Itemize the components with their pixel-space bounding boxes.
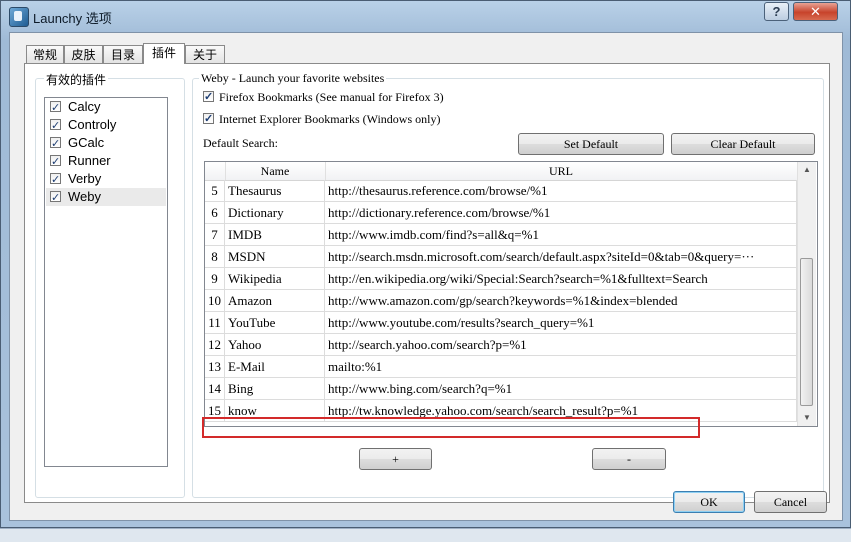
table-row[interactable]: 5 Thesaurus http://thesaurus.reference.com…	[205, 180, 797, 202]
set-default-button[interactable]: Set Default	[518, 133, 664, 155]
table-row[interactable]: 10 Amazon http://www.amazon.com/gp/search?…	[205, 290, 797, 312]
launchy-options-window: Launchy 选项 ? ✕ 常规 皮肤 目录 插件 关于 有效的插件 Calc…	[0, 0, 851, 528]
plugins-tab-panel: 有效的插件 Calcy Controly GCalc	[24, 63, 830, 503]
row-url-cell[interactable]: http://dictionary.reference.com/browse/%…	[325, 202, 797, 223]
row-name-cell[interactable]: Thesaurus	[225, 180, 325, 201]
plugin-item-runner[interactable]: Runner	[46, 152, 166, 171]
plugin-checkbox[interactable]	[50, 189, 61, 207]
plugin-checkbox[interactable]	[50, 117, 61, 135]
row-name-cell[interactable]: E-Mail	[225, 356, 325, 377]
tab-skins[interactable]: 皮肤	[64, 45, 103, 63]
plugin-label: Verby	[68, 171, 102, 186]
remove-row-button[interactable]: -	[592, 448, 666, 470]
help-button[interactable]: ?	[764, 2, 789, 21]
tab-plugins[interactable]: 插件	[143, 43, 185, 64]
table-row[interactable]: 13 E-Mail mailto:%1	[205, 356, 797, 378]
table-header: Name URL	[205, 162, 798, 181]
row-number[interactable]: 12	[205, 334, 225, 355]
row-number[interactable]: 9	[205, 268, 225, 289]
row-name-cell[interactable]: IMDB	[225, 224, 325, 245]
row-number[interactable]: 11	[205, 312, 225, 333]
row-name-cell[interactable]: YouTube	[225, 312, 325, 333]
table-scrollbar[interactable]: ▲ ▼	[797, 162, 816, 426]
plugin-item-calcy[interactable]: Calcy	[46, 98, 166, 117]
plugin-checkbox[interactable]	[50, 99, 61, 117]
dialog-client: 常规 皮肤 目录 插件 关于 有效的插件 Calcy Controly	[9, 32, 843, 521]
table-row[interactable]: 14 Bing http://www.bing.com/search?q=%1	[205, 378, 797, 400]
ok-button[interactable]: OK	[673, 491, 745, 513]
firefox-bookmarks-label: Firefox Bookmarks (See manual for Firefo…	[219, 90, 444, 104]
table-row[interactable]: 11 YouTube http://www.youtube.com/results?…	[205, 312, 797, 334]
row-name-cell[interactable]: Bing	[225, 378, 325, 399]
row-url-cell[interactable]: http://en.wikipedia.org/wiki/Special:Sea…	[325, 268, 797, 289]
plugin-label: GCalc	[68, 135, 105, 150]
table-row[interactable]: 12 Yahoo http://search.yahoo.com/search?p=…	[205, 334, 797, 356]
active-plugins-label: 有效的插件	[44, 71, 109, 88]
row-url-cell[interactable]: http://thesaurus.reference.com/browse/%1	[325, 180, 797, 201]
active-plugins-group: 有效的插件 Calcy Controly GCalc	[35, 71, 185, 498]
default-search-label: Default Search:	[203, 136, 278, 150]
row-url-cell[interactable]: http://www.imdb.com/find?s=all&q=%1	[325, 224, 797, 245]
plugin-label: Weby	[68, 189, 101, 204]
plugin-checkbox[interactable]	[50, 153, 61, 171]
row-number[interactable]: 8	[205, 246, 225, 267]
clear-default-button[interactable]: Clear Default	[671, 133, 815, 155]
weby-settings-group: Weby - Launch your favorite websites Fir…	[192, 71, 824, 498]
cancel-button[interactable]: Cancel	[754, 491, 827, 513]
row-url-cell[interactable]: http://www.youtube.com/results?search_qu…	[325, 312, 797, 333]
plugin-checkbox[interactable]	[50, 171, 61, 189]
row-number[interactable]: 13	[205, 356, 225, 377]
row-number[interactable]: 7	[205, 224, 225, 245]
firefox-bookmarks-checkbox[interactable]	[203, 89, 214, 105]
row-url-cell[interactable]: http://search.yahoo.com/search?p=%1	[325, 334, 797, 355]
column-header-name[interactable]: Name	[225, 162, 326, 180]
plugin-item-controly[interactable]: Controly	[46, 116, 166, 135]
row-number[interactable]: 10	[205, 290, 225, 311]
table-row[interactable]: 9 Wikipedia http://en.wikipedia.org/wiki/S…	[205, 268, 797, 290]
title-bar[interactable]: Launchy 选项 ? ✕	[1, 1, 851, 31]
plugin-label: Controly	[68, 117, 117, 132]
row-url-cell[interactable]: http://search.msdn.microsoft.com/search/…	[325, 246, 797, 267]
tab-about[interactable]: 关于	[185, 45, 225, 63]
scroll-thumb[interactable]	[800, 258, 813, 406]
launchy-app-icon	[9, 7, 29, 27]
row-url-cell[interactable]: http://www.bing.com/search?q=%1	[325, 378, 797, 399]
row-url-cell[interactable]: http://www.amazon.com/gp/search?keywords…	[325, 290, 797, 311]
row-name-cell[interactable]: Amazon	[225, 290, 325, 311]
plugin-label: Runner	[68, 153, 111, 168]
scroll-down-icon[interactable]: ▼	[801, 412, 813, 424]
window-title: Launchy 选项	[33, 11, 112, 26]
row-url-cell[interactable]: mailto:%1	[325, 356, 797, 377]
row-name-cell[interactable]: Wikipedia	[225, 268, 325, 289]
plugin-item-gcalc[interactable]: GCalc	[46, 134, 166, 153]
plugin-item-weby[interactable]: Weby	[46, 188, 166, 207]
row-number[interactable]: 6	[205, 202, 225, 223]
row-name-cell[interactable]: Dictionary	[225, 202, 325, 223]
plugin-item-verby[interactable]: Verby	[46, 170, 166, 189]
tab-catalog[interactable]: 目录	[103, 45, 143, 63]
ie-bookmarks-label: Internet Explorer Bookmarks (Windows onl…	[219, 112, 441, 126]
tab-general[interactable]: 常规	[26, 45, 64, 63]
row-number[interactable]: 5	[205, 180, 225, 201]
row-name-cell[interactable]: Yahoo	[225, 334, 325, 355]
add-row-button[interactable]: +	[359, 448, 432, 470]
plugin-list[interactable]: Calcy Controly GCalc Runner	[44, 97, 168, 467]
highlight-box	[202, 417, 700, 438]
column-header-url[interactable]: URL	[325, 162, 798, 180]
plugin-checkbox[interactable]	[50, 135, 61, 153]
row-name-cell[interactable]: MSDN	[225, 246, 325, 267]
weby-group-label: Weby - Launch your favorite websites	[199, 71, 387, 86]
close-button[interactable]: ✕	[793, 2, 838, 21]
table-row[interactable]: 6 Dictionary http://dictionary.reference.c…	[205, 202, 797, 224]
table-row[interactable]: 8 MSDN http://search.msdn.microsoft.com/se…	[205, 246, 797, 268]
table-row[interactable]: 7 IMDB http://www.imdb.com/find?s=all&q=%1	[205, 224, 797, 246]
header-num	[205, 162, 226, 180]
plugin-label: Calcy	[68, 99, 101, 114]
ie-bookmarks-checkbox[interactable]	[203, 111, 214, 127]
sites-table[interactable]: Name URL 5 Thesaurus http://thesaurus.refe…	[204, 161, 818, 427]
scroll-up-icon[interactable]: ▲	[801, 164, 813, 176]
taskbar-strip	[0, 528, 851, 542]
row-number[interactable]: 14	[205, 378, 225, 399]
